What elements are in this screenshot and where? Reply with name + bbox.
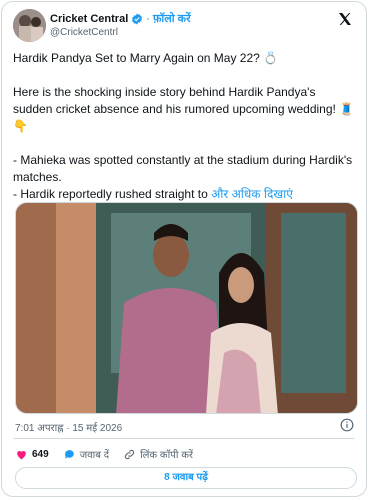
tweet-header: Cricket Central · फ़ॉलो करें @CricketCen…	[13, 9, 356, 43]
verified-badge-icon	[132, 13, 143, 24]
divider	[14, 438, 354, 439]
show-more-link[interactable]: और अधिक दिखाएं	[211, 187, 293, 201]
tweet-card[interactable]: Cricket Central · फ़ॉलो करें @CricketCen…	[1, 1, 367, 497]
separator-dot: ·	[146, 12, 150, 25]
copy-link-button[interactable]: लिंक कॉपी करें	[123, 447, 193, 461]
heart-icon	[17, 450, 26, 459]
avatar[interactable]	[13, 9, 46, 42]
x-logo-icon[interactable]	[337, 11, 353, 27]
tweet-bullet-1: - Mahieka was spotted constantly at the …	[13, 153, 353, 184]
reply-label: जवाब दें	[79, 450, 110, 461]
like-count: 649	[32, 448, 49, 460]
tweet-bullet-2: - Hardik reportedly rushed straight to	[13, 187, 208, 201]
account-handle[interactable]: @CricketCentrl	[50, 27, 118, 38]
read-replies-button[interactable]: 8 जवाब पढ़ें	[15, 467, 357, 489]
reply-icon	[64, 449, 74, 459]
tweet-text: Hardik Pandya Set to Marry Again on May …	[13, 50, 358, 203]
tweet-photo[interactable]	[15, 202, 358, 414]
reply-button[interactable]: जवाब दें	[63, 447, 109, 461]
follow-button[interactable]: फ़ॉलो करें	[153, 11, 191, 26]
link-icon	[124, 449, 135, 459]
tweet-paragraph: Here is the shocking inside story behind…	[13, 85, 355, 133]
account-name[interactable]: Cricket Central	[50, 13, 128, 25]
like-button[interactable]: 649	[15, 448, 49, 461]
action-bar: 649 जवाब दें लिंक कॉपी करें	[15, 446, 207, 462]
info-icon[interactable]	[340, 418, 354, 432]
tweet-headline: Hardik Pandya Set to Marry Again on May …	[13, 51, 279, 65]
copy-link-label: लिंक कॉपी करें	[140, 450, 193, 461]
tweet-timestamp[interactable]: 7:01 अपराह्न · 15 मई 2026	[15, 420, 122, 434]
